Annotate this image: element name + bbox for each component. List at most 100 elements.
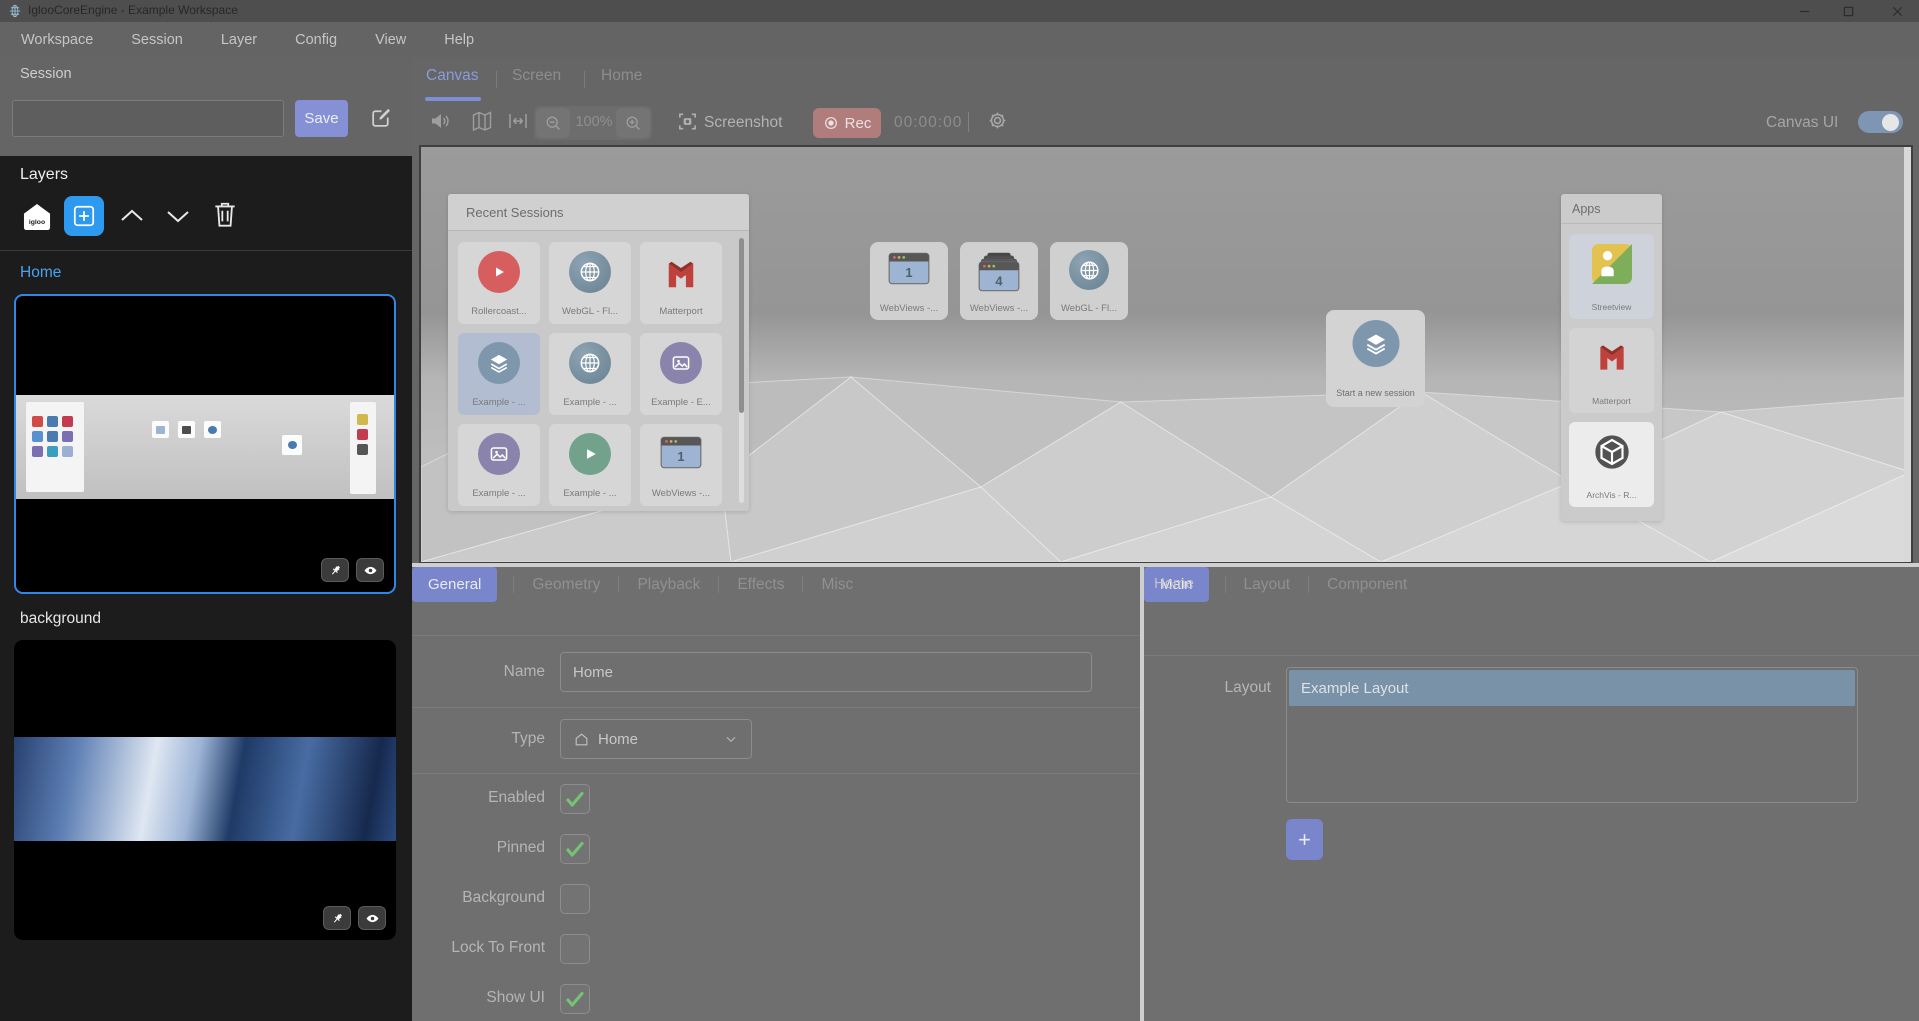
save-button[interactable]: Save [295, 100, 348, 137]
background-checkbox[interactable] [560, 884, 590, 914]
session-tile[interactable]: Example - E... [640, 333, 722, 415]
divider [1225, 576, 1226, 593]
session-name-input[interactable] [12, 100, 284, 137]
screenshot-icon[interactable] [676, 110, 699, 133]
pinned-label: Pinned [415, 839, 545, 857]
webview-1-icon: 1 [888, 252, 930, 290]
session-tile[interactable]: Example - ... [549, 333, 631, 415]
canvas-ui-toggle[interactable] [1858, 111, 1903, 133]
session-tile[interactable]: Rollercoast... [458, 242, 540, 324]
tab-playback[interactable]: Playback [635, 576, 702, 594]
session-tile[interactable]: Example - ... [549, 424, 631, 506]
layer-visibility-button[interactable] [358, 906, 386, 930]
svg-text:1: 1 [905, 265, 912, 280]
gear-icon[interactable] [986, 109, 1009, 132]
image-icon [478, 433, 520, 475]
tab-general[interactable]: General [412, 567, 497, 602]
recent-sessions-scrollbar[interactable] [739, 238, 744, 503]
tab-geometry[interactable]: Geometry [530, 576, 602, 594]
delete-layer-button[interactable] [212, 200, 238, 230]
menu-view[interactable]: View [375, 32, 406, 48]
canvas-tile-webviews[interactable]: 1 WebViews -... [870, 242, 948, 320]
tab-misc[interactable]: Misc [819, 576, 855, 594]
app-icon [8, 4, 22, 18]
record-button[interactable]: Rec [813, 108, 881, 138]
lock-to-front-checkbox[interactable] [560, 934, 590, 964]
enabled-checkbox[interactable] [560, 784, 590, 814]
tab-component[interactable]: Component [1325, 576, 1409, 594]
recent-sessions-panel: Recent Sessions Rollercoast... WebGL - F… [448, 194, 749, 511]
map-icon[interactable] [470, 109, 494, 133]
menu-session[interactable]: Session [131, 32, 183, 48]
type-value: Home [598, 731, 638, 748]
pin-layer-button[interactable] [321, 558, 349, 582]
tab-home[interactable]: Home [601, 67, 642, 85]
recent-sessions-title: Recent Sessions [448, 194, 749, 231]
menu-config[interactable]: Config [295, 32, 337, 48]
apps-panel-title: Apps [1561, 194, 1662, 224]
tab-layout[interactable]: Layout [1242, 576, 1293, 594]
divider [584, 71, 585, 88]
menu-help[interactable]: Help [444, 32, 474, 48]
minimize-button[interactable] [1787, 0, 1821, 22]
tab-screen[interactable]: Screen [512, 67, 561, 85]
canvas-viewport[interactable]: Recent Sessions Rollercoast... WebGL - F… [419, 145, 1913, 564]
edit-session-icon[interactable] [368, 105, 395, 132]
session-tile[interactable]: 1 WebViews -... [640, 424, 722, 506]
tab-canvas[interactable]: Canvas [426, 67, 479, 85]
session-tile[interactable]: Example - ... [458, 424, 540, 506]
window-title: IglooCoreEngine - Example Workspace [28, 3, 238, 17]
active-tab-underline [425, 97, 481, 101]
move-layer-down-button[interactable] [164, 204, 192, 228]
close-button[interactable] [1880, 0, 1914, 22]
background-layer-thumbnail[interactable] [14, 640, 396, 940]
layer-name-home[interactable]: Home [20, 264, 61, 282]
start-new-session-tile[interactable]: Start a new session [1326, 310, 1425, 407]
recording-timer: 00:00:00 [894, 114, 962, 132]
scrollbar-thumb[interactable] [739, 238, 744, 413]
layer-type-dropdown[interactable]: Home [560, 719, 752, 759]
layer-name-background[interactable]: background [20, 610, 101, 628]
session-tile-selected[interactable]: Example - ... [458, 333, 540, 415]
pinned-checkbox[interactable] [560, 834, 590, 864]
zoom-out-icon[interactable] [536, 108, 570, 138]
app-tile-streetview[interactable]: Streetview [1569, 234, 1654, 319]
divider [412, 773, 1140, 774]
session-tile[interactable]: Matterport [640, 242, 722, 324]
record-label: Rec [845, 115, 872, 132]
layers-icon [1352, 320, 1399, 367]
divider [1308, 576, 1309, 593]
canvas-tile-webgl[interactable]: WebGL - Fl... [1050, 242, 1128, 320]
canvas-tile-webviews-stack[interactable]: 4 WebViews -... [960, 242, 1038, 320]
menu-layer[interactable]: Layer [221, 32, 257, 48]
move-layer-up-button[interactable] [118, 204, 146, 228]
app-tile-archvis[interactable]: ArchVis - R... [1569, 422, 1654, 507]
layout-list-item-selected[interactable]: Example Layout [1289, 670, 1855, 706]
home-panel-title: Home [1154, 575, 1194, 592]
maximize-button[interactable] [1831, 0, 1865, 22]
zoom-in-icon[interactable] [616, 108, 650, 138]
menu-workspace[interactable]: Workspace [21, 32, 93, 48]
app-tile-matterport[interactable]: Matterport [1569, 328, 1654, 413]
layer-visibility-button[interactable] [356, 558, 384, 582]
canvas-scrollbar[interactable] [1904, 147, 1911, 562]
fit-width-icon[interactable] [506, 109, 530, 133]
tab-effects[interactable]: Effects [735, 576, 786, 594]
audio-icon[interactable] [428, 109, 452, 133]
show-ui-checkbox[interactable] [560, 984, 590, 1014]
session-tile[interactable]: WebGL - Fl... [549, 242, 631, 324]
layer-name-input[interactable] [560, 652, 1092, 692]
igloo-home-layer-icon[interactable]: igloo [20, 200, 54, 234]
home-layer-thumbnail[interactable] [14, 294, 396, 594]
toggle-knob [1882, 114, 1899, 131]
pin-layer-button[interactable] [323, 906, 351, 930]
webview-4-icon: 4 [978, 252, 1020, 297]
add-layer-button[interactable] [64, 196, 104, 236]
divider [412, 707, 1140, 708]
divider [513, 576, 514, 593]
add-layout-button[interactable]: + [1286, 819, 1323, 860]
screenshot-label[interactable]: Screenshot [704, 114, 782, 132]
divider [1144, 655, 1919, 656]
divider [718, 576, 719, 593]
layout-list: Example Layout [1286, 667, 1858, 803]
